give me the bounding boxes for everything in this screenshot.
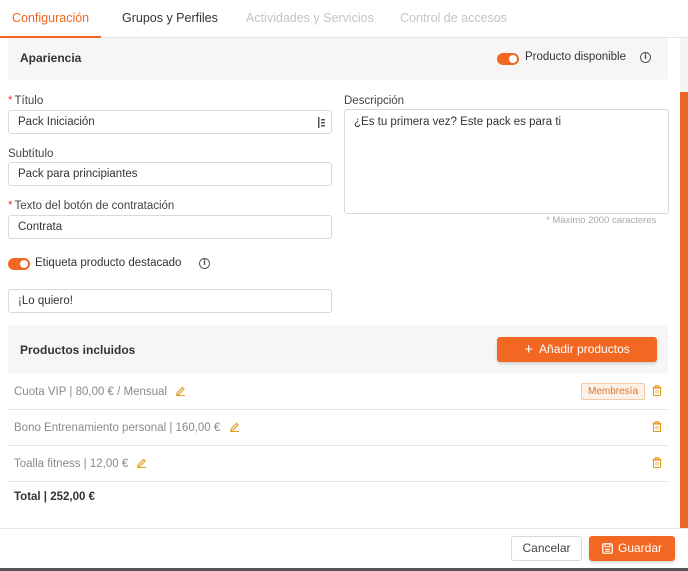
tab-grupos-perfiles[interactable]: Grupos y Perfiles (110, 0, 230, 38)
scrollbar-thumb[interactable] (680, 92, 688, 530)
featured-toggle[interactable] (8, 258, 30, 270)
button-text-input[interactable]: Contrata (8, 215, 332, 239)
info-icon[interactable]: i (199, 258, 210, 269)
trash-icon[interactable] (652, 457, 662, 468)
total-label: Total | 252,00 € (14, 491, 95, 503)
trash-icon[interactable] (652, 421, 662, 432)
subtitle-label: Subtítulo (8, 148, 54, 160)
tab-control-accesos: Control de accesos (400, 11, 508, 25)
info-icon[interactable]: i (640, 52, 651, 63)
appearance-title: Apariencia (20, 51, 82, 65)
included-title: Productos incluidos (20, 343, 136, 357)
description-label: Descripción (344, 95, 405, 107)
product-row: Toalla fitness | 12,00 € (8, 446, 668, 482)
description-hint: * Máximo 2000 caracteres (546, 215, 657, 226)
product-available-toggle[interactable] (497, 53, 519, 65)
featured-text-input[interactable]: ¡Lo quiero! (8, 289, 332, 313)
membership-badge: Membresía (581, 383, 646, 400)
tab-bar: Configuración Grupos y Perfiles Activida… (0, 0, 688, 38)
cancel-button[interactable]: Cancelar (511, 536, 582, 561)
edit-icon[interactable] (136, 457, 147, 468)
product-row: Bono Entrenamiento personal | 160,00 € (8, 410, 668, 446)
product-available-label: Producto disponible (525, 51, 627, 63)
appearance-section-header: Apariencia Producto disponible i (8, 38, 668, 80)
plus-icon: + (524, 341, 534, 358)
button-text-label: * Texto del botón de contratación (8, 200, 175, 212)
product-row-text: Bono Entrenamiento personal | 160,00 € (14, 421, 240, 434)
required-mark: * (8, 200, 13, 212)
subtitle-input[interactable]: Pack para principiantes (8, 162, 332, 186)
save-button[interactable]: Guardar (589, 536, 675, 561)
tab-configuracion[interactable]: Configuración (0, 0, 102, 38)
save-icon (602, 543, 613, 554)
edit-icon[interactable] (229, 421, 240, 432)
product-row-text: Toalla fitness | 12,00 € (14, 457, 147, 470)
featured-label: Etiqueta producto destacado (35, 257, 182, 269)
translate-icon[interactable] (317, 116, 327, 129)
footer-bar (0, 528, 688, 571)
add-products-button[interactable]: + Añadir productos (497, 337, 657, 362)
title-input[interactable]: Pack Iniciación (8, 110, 332, 134)
required-mark: * (8, 95, 13, 107)
description-textarea[interactable]: ¿Es tu primera vez? Este pack es para ti (344, 109, 669, 214)
edit-icon[interactable] (175, 385, 186, 396)
trash-icon[interactable] (652, 385, 662, 396)
product-row-text: Cuota VIP | 80,00 € / Mensual (14, 385, 186, 398)
product-row: Cuota VIP | 80,00 € / Mensual Membresía (8, 374, 668, 410)
title-label: * Título (8, 95, 44, 107)
tab-actividades-servicios: Actividades y Servicios (246, 11, 374, 25)
